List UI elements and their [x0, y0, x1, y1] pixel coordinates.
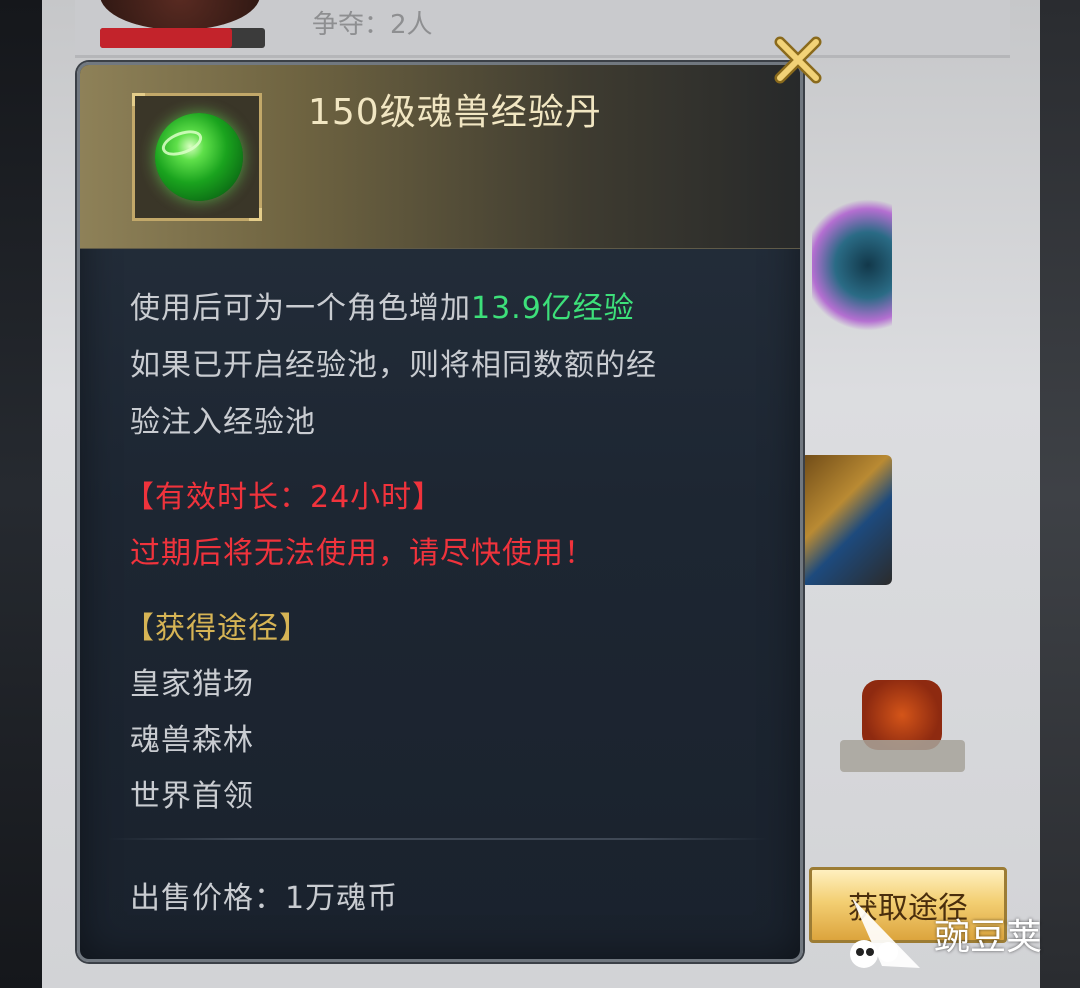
description-line-2: 如果已开启经验池，则将相同数额的经: [130, 348, 657, 383]
background-left-edge: [0, 0, 42, 988]
duration-label: 【有效时长：24小时】: [124, 480, 444, 515]
item-name: 150级魂兽经验丹: [308, 92, 602, 133]
close-button[interactable]: [772, 34, 824, 86]
source-item: 世界首领: [130, 779, 254, 814]
background-chest-icon: [800, 455, 892, 585]
source-item: 魂兽森林: [130, 723, 254, 758]
description-prefix: 使用后可为一个角色增加: [130, 291, 471, 326]
exp-amount: 13.9亿经验: [471, 291, 635, 326]
watermark: 豌豆荚: [842, 888, 1062, 978]
background-hp-fill: [100, 28, 232, 48]
background-right-edge: [1040, 0, 1080, 988]
source-item: 皇家猎场: [130, 667, 254, 702]
popup-header: 150级魂兽经验丹: [80, 65, 800, 249]
sale-price: 出售价格：1万魂币: [130, 881, 399, 916]
background-hp-bar: [100, 28, 265, 48]
green-orb-icon: [155, 113, 243, 201]
background-top-text: 争夺：2人: [312, 10, 433, 40]
background-swirl-icon: [812, 190, 892, 340]
sources-header: 【获得途径】: [124, 611, 310, 646]
item-detail-popup: 150级魂兽经验丹 使用后可为一个角色增加13.9亿经验 如果已开启经验池，则将…: [77, 62, 803, 962]
description-line-1: 使用后可为一个角色增加13.9亿经验: [130, 283, 635, 327]
close-icon: [774, 36, 822, 84]
description-line-3: 验注入经验池: [130, 405, 316, 440]
background-gift-label: [840, 740, 965, 772]
bean-pod-logo-icon: [850, 898, 920, 968]
expiry-warning: 过期后将无法使用，请尽快使用！: [130, 536, 595, 571]
watermark-text: 豌豆荚: [934, 917, 1043, 958]
item-icon-frame: [132, 93, 262, 221]
price-divider: [108, 838, 768, 840]
